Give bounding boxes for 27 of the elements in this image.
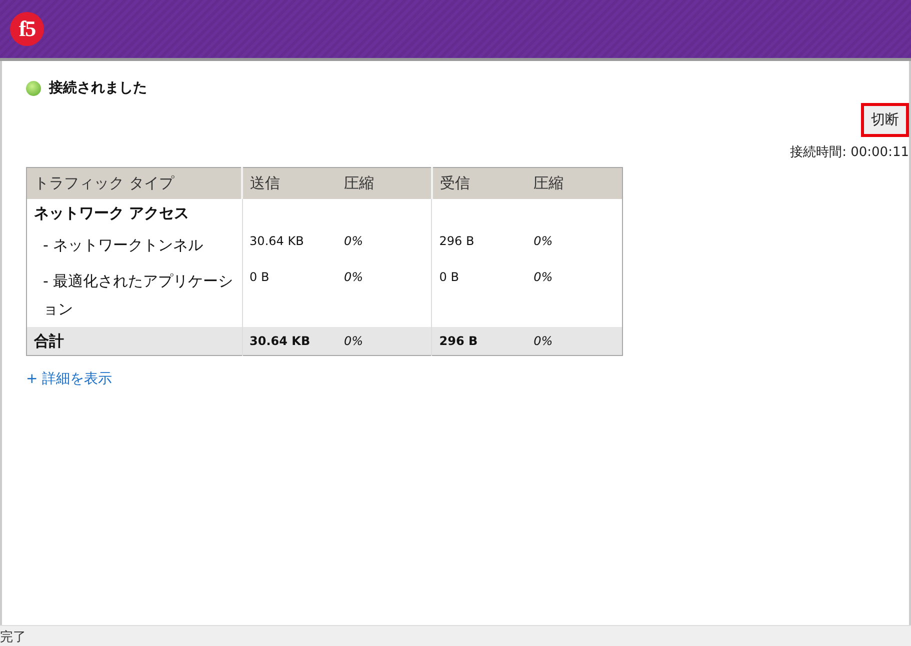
status-bar-text: 完了 [0, 629, 26, 646]
column-header: トラフィック タイプ [26, 168, 242, 199]
table-cell: 30.64 KB [250, 334, 310, 348]
table-cell: 296 B [439, 234, 474, 248]
table-cell: 0% [534, 334, 553, 348]
table-cell: ネットワーク アクセス [34, 204, 190, 222]
table-cell: - 最適化されたアプリケーション [43, 272, 234, 318]
column-header: 受信 [432, 168, 527, 199]
connection-time: 接続時間: 00:00:11 [790, 144, 909, 161]
table-cell: 合計 [34, 332, 64, 350]
column-header: 送信 [242, 168, 337, 199]
status-text: 接続されました [49, 79, 147, 97]
table-cell: 0% [534, 234, 553, 248]
table-cell: - ネットワークトンネル [43, 236, 204, 254]
table-cell: 0 B [439, 270, 459, 284]
column-header: 圧縮 [526, 168, 622, 199]
table-cell: 0 B [250, 270, 270, 284]
table-cell: 0% [344, 270, 363, 284]
column-header: 圧縮 [336, 168, 432, 199]
details-link[interactable]: + 詳細を表示 [26, 370, 112, 388]
table-cell: 296 B [439, 334, 478, 348]
logo: f5 [10, 12, 44, 46]
table-cell: 0% [534, 270, 553, 284]
table-cell: 0% [344, 234, 363, 248]
table-cell: 0% [344, 334, 363, 348]
disconnect-button[interactable]: 切断 [861, 103, 909, 137]
table-cell: 30.64 KB [250, 234, 304, 248]
